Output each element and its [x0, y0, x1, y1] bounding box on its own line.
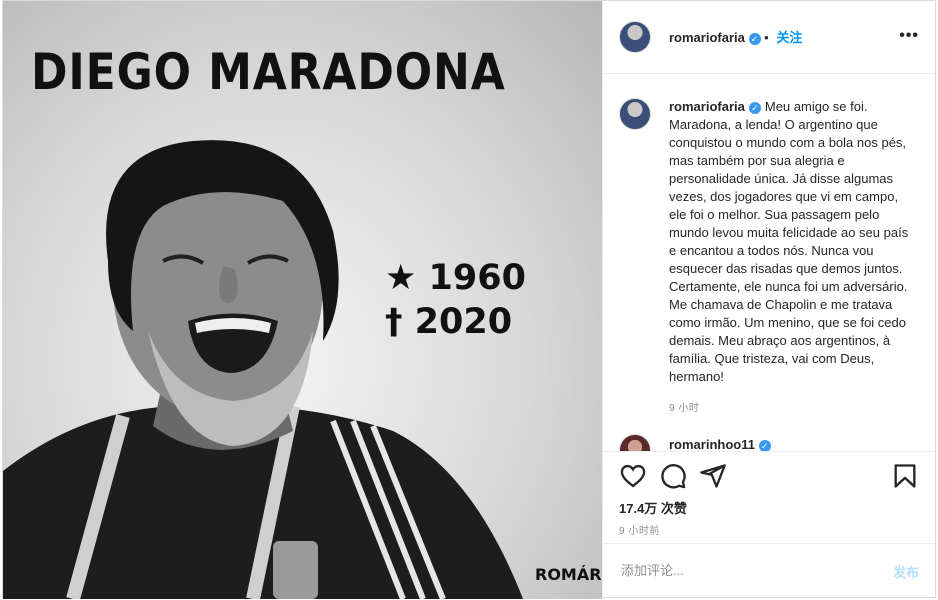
add-comment-section: 发布 [603, 543, 935, 600]
more-options-icon[interactable]: ••• [899, 27, 919, 45]
follow-button[interactable]: 关注 [776, 30, 802, 45]
like-heart-icon[interactable] [619, 462, 647, 490]
caption-text: Meu amigo se foi. Maradona, a lenda! O a… [669, 99, 909, 384]
post-comment-button[interactable]: 发布 [893, 562, 919, 581]
author-line: romariofaria ✓ • 关注 [669, 27, 802, 46]
comments-area[interactable]: romariofaria ✓ Meu amigo se foi. Maradona,… [603, 74, 935, 451]
death-year: † 2020 [385, 302, 513, 342]
likes-count[interactable]: 17.4万 次赞 [619, 498, 687, 517]
action-icons [619, 462, 919, 492]
post-image[interactable]: DIEGO MARADONA ★ 1960 † 2020 ROMÁR [3, 1, 602, 599]
bookmark-icon[interactable] [891, 462, 919, 490]
caption: romariofaria ✓ Meu amigo se foi. Maradona,… [669, 98, 914, 386]
caption-avatar[interactable] [619, 98, 651, 130]
post-actions: 17.4万 次赞 9 小时前 发布 [603, 451, 935, 600]
post-header: romariofaria ✓ • 关注 ••• [603, 1, 935, 74]
separator: • [764, 30, 769, 45]
author-avatar[interactable] [619, 21, 651, 53]
verified-badge-icon: ✓ [748, 101, 761, 114]
post-dialog: DIEGO MARADONA ★ 1960 † 2020 ROMÁR romar… [2, 0, 936, 599]
caption-time: 9 小时 [669, 403, 700, 414]
verified-badge-icon: ✓ [748, 32, 761, 45]
life-dates: ★ 1960 † 2020 [385, 256, 526, 344]
verified-badge-icon: ✓ [758, 439, 771, 451]
caption-username[interactable]: romariofaria [669, 99, 745, 114]
post-sidebar: romariofaria ✓ • 关注 ••• romariofaria ✓ Meu… [602, 1, 935, 599]
comment-input[interactable] [619, 562, 863, 579]
post-timestamp[interactable]: 9 小时前 [619, 522, 660, 537]
share-send-icon[interactable] [699, 462, 727, 490]
commenter-line: romarinhoo11 ✓ [669, 437, 771, 451]
commenter-username[interactable]: romarinhoo11 [669, 437, 755, 451]
commenter-avatar[interactable] [619, 434, 651, 451]
comment-bubble-icon[interactable] [659, 462, 687, 490]
romario-logo: ROMÁRIO [535, 565, 602, 584]
author-username[interactable]: romariofaria [669, 30, 745, 45]
birth-year: ★ 1960 [385, 258, 526, 298]
